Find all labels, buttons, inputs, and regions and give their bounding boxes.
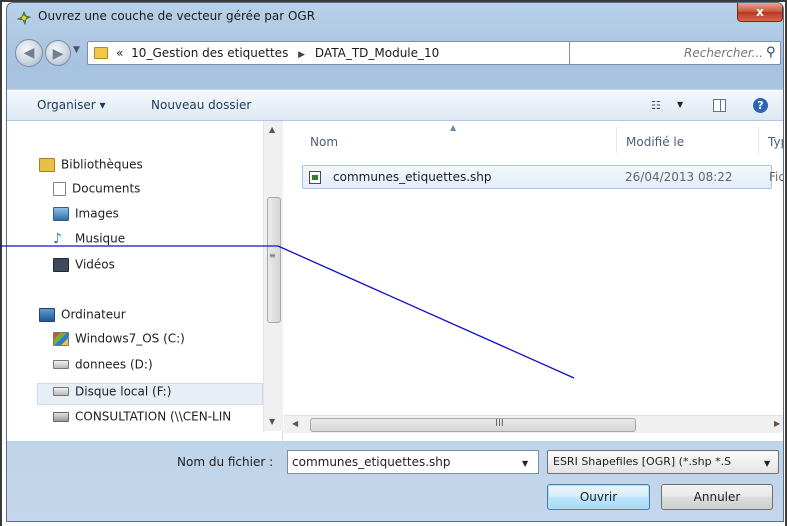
documents-icon (53, 181, 66, 196)
network-drive-icon (53, 411, 69, 422)
videos-icon (53, 257, 69, 272)
sidebar-item-network[interactable]: CONSULTATION (\\CEN-LIN (53, 409, 231, 429)
sidebar-item-drive-c[interactable]: Windows7_OS (C:) (53, 331, 185, 351)
sidebar-item-drive-f[interactable]: Disque local (F:) (53, 384, 171, 404)
help-icon[interactable]: ? (753, 98, 768, 113)
column-modified[interactable]: Modifié le (626, 135, 684, 149)
hard-drive-icon (53, 360, 69, 369)
breadcrumb-overflow[interactable]: « (116, 46, 123, 60)
file-list-pane: ▲ Nom Modifié le Typ communes_etiquettes… (284, 121, 783, 441)
file-row-communes-etiquettes[interactable]: communes_etiquettes.shp 26/04/2013 08:22… (302, 165, 783, 189)
sidebar-item-libraries[interactable]: Bibliothèques (39, 157, 143, 177)
window-title: Ouvrez une couche de vecteur gérée par O… (38, 9, 316, 23)
windows-drive-icon (53, 331, 69, 346)
column-name[interactable]: Nom (310, 135, 338, 149)
file-type-filter-select[interactable]: ESRI Shapefiles [OGR] (*.shp *.S ▼ (547, 450, 779, 474)
file-type-filter-value: ESRI Shapefiles [OGR] (*.shp *.S (553, 455, 732, 468)
address-row: ◀ ▶ ▼ « 10_Gestion des etiquettes ▶ DATA… (7, 37, 783, 67)
scrollbar-grip: III (495, 418, 504, 429)
hard-drive-icon (53, 387, 69, 396)
recent-locations-dropdown[interactable]: ▼ (73, 45, 80, 55)
arrow-right-icon: ▶ (52, 46, 64, 62)
search-input[interactable]: Rechercher... ⚲ (569, 41, 781, 65)
cancel-button[interactable]: Annuler (661, 484, 773, 510)
scrollbar-thumb[interactable] (267, 197, 281, 323)
forward-button[interactable]: ▶ (45, 40, 71, 66)
filename-input[interactable]: communes_etiquettes.shp ▼ (287, 450, 539, 474)
column-divider[interactable] (616, 127, 617, 153)
close-button[interactable]: x (737, 3, 783, 22)
background-edge-left (0, 0, 2, 526)
sidebar-item-documents[interactable]: Documents (53, 181, 140, 201)
scroll-up-icon[interactable]: ▲ (269, 125, 275, 134)
scroll-right-icon[interactable]: ▶ (774, 419, 780, 428)
folder-icon (94, 47, 108, 59)
music-note-icon: ♪ (53, 230, 62, 247)
view-options-icon[interactable]: ☷ (651, 99, 661, 112)
command-bar: Organiser ▾ Nouveau dossier ☷ ▼ ? (7, 89, 783, 121)
organize-menu-button[interactable]: Organiser ▾ (37, 98, 105, 112)
view-dropdown-icon[interactable]: ▼ (677, 100, 683, 109)
filename-label: Nom du fichier : (177, 455, 274, 469)
sidebar-item-videos[interactable]: Vidéos (53, 257, 115, 277)
search-icon[interactable]: ⚲ (766, 45, 776, 60)
shapefile-icon (309, 171, 321, 184)
sidebar-item-images[interactable]: Images (53, 206, 119, 226)
browser-area: Bibliothèques Documents Images ♪ Musique … (7, 121, 783, 441)
navigation-pane: Bibliothèques Documents Images ♪ Musique … (7, 121, 283, 441)
libraries-icon (39, 157, 55, 172)
search-placeholder: Rechercher... (684, 46, 764, 60)
scroll-left-icon[interactable]: ◀ (292, 419, 298, 428)
breadcrumb: « 10_Gestion des etiquettes ▶ DATA_TD_Mo… (116, 46, 439, 60)
sort-ascending-icon: ▲ (450, 123, 457, 132)
file-name: communes_etiquettes.shp (333, 170, 492, 184)
filename-dropdown-icon[interactable]: ▼ (522, 459, 528, 468)
chevron-right-icon[interactable]: ▶ (298, 50, 305, 60)
open-button[interactable]: Ouvrir (547, 484, 650, 510)
title-bar: Ouvrez une couche de vecteur gérée par O… (7, 3, 783, 33)
column-header: ▲ Nom Modifié le Typ (284, 121, 783, 157)
sidebar-item-drive-d[interactable]: donnees (D:) (53, 357, 153, 377)
file-horizontal-scrollbar[interactable]: ◀ III ▶ (284, 415, 783, 433)
sidebar-item-computer[interactable]: Ordinateur (39, 307, 126, 327)
filename-value: communes_etiquettes.shp (292, 455, 451, 469)
chevron-down-icon[interactable]: ▼ (764, 459, 770, 468)
breadcrumb-item[interactable]: DATA_TD_Module_10 (315, 46, 439, 60)
dialog-footer: Nom du fichier : communes_etiquettes.shp… (7, 441, 783, 521)
column-divider[interactable] (758, 127, 759, 153)
nav-vertical-scrollbar[interactable]: ▲ ≡ ▼ (263, 121, 283, 431)
back-button[interactable]: ◀ (15, 39, 43, 67)
column-type[interactable]: Typ (768, 135, 783, 149)
scrollbar-grip: ≡ (269, 251, 276, 260)
new-folder-button[interactable]: Nouveau dossier (151, 98, 251, 112)
preview-pane-icon[interactable] (713, 99, 726, 112)
computer-icon (39, 307, 55, 322)
file-type: Fich (769, 170, 783, 184)
sidebar-item-music[interactable]: ♪ Musique (53, 231, 125, 251)
file-modified: 26/04/2013 08:22 (625, 170, 733, 184)
qgis-app-icon (17, 11, 31, 25)
scrollbar-thumb[interactable]: III (310, 418, 636, 432)
arrow-left-icon: ◀ (23, 45, 35, 61)
open-file-dialog: Ouvrez une couche de vecteur gérée par O… (6, 2, 784, 522)
images-icon (53, 206, 69, 221)
breadcrumb-item[interactable]: 10_Gestion des etiquettes (131, 46, 288, 60)
address-bar[interactable]: « 10_Gestion des etiquettes ▶ DATA_TD_Mo… (87, 41, 642, 65)
scroll-down-icon[interactable]: ▼ (269, 417, 275, 426)
